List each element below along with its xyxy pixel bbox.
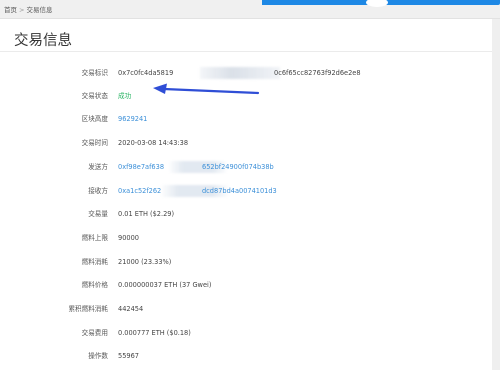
block-height-label: 区块高度 <box>81 115 108 123</box>
block-height-link[interactable]: 9629241 <box>118 112 147 126</box>
row-sender: 发送方 0xf98e7af638 652bf24900f074b38b <box>0 160 492 174</box>
receiver-address-start: 0xa1c52f262 <box>118 187 162 195</box>
breadcrumb-home-link[interactable]: 首页 <box>4 6 17 14</box>
status-label: 交易状态 <box>81 92 108 100</box>
amount-label: 交易量 <box>88 210 108 218</box>
row-gas-price: 燃料价格 0.000000037 ETH (37 Gwei) <box>0 278 492 292</box>
receiver-address-end[interactable]: dcd87bd4a0074101d3 <box>202 184 277 198</box>
tx-hash-end: 0c6f65cc82763f92d6e2e8 <box>274 69 361 77</box>
gas-price-value: 0.000000037 ETH (37 Gwei) <box>118 281 212 289</box>
receiver-address-link[interactable]: 0xa1c52f262 <box>118 184 161 198</box>
gas-used-value: 21000 (23.33%) <box>118 258 172 266</box>
transaction-card: 交易信息 交易标识 0x7c0fc4da5819 0c6f65cc82763f9… <box>0 19 492 370</box>
tx-fee-label: 交易费用 <box>81 329 108 337</box>
cumulative-gas-value: 442454 <box>118 305 144 313</box>
row-cumulative-gas: 累积燃料消耗 442454 <box>0 302 492 316</box>
annotation-arrow-icon <box>153 83 260 95</box>
page-edge <box>492 19 500 370</box>
nonce-value: 55967 <box>118 352 139 360</box>
tx-hash-value: 0x7c0fc4da5819 <box>118 66 173 80</box>
row-amount: 交易量 0.01 ETH ($2.29) <box>0 207 492 221</box>
tx-fee-value: 0.000777 ETH ($0.18) <box>118 329 191 337</box>
header-accent-shape <box>366 0 388 7</box>
gas-limit-value: 90000 <box>118 234 139 242</box>
sender-address-link[interactable]: 0xf98e7af638 <box>118 160 164 174</box>
sender-address-end[interactable]: 652bf24900f074b38b <box>202 160 274 174</box>
row-block-height: 区块高度 9629241 <box>0 112 492 126</box>
row-gas-used: 燃料消耗 21000 (23.33%) <box>0 255 492 269</box>
nonce-label: 操作数 <box>88 352 108 360</box>
breadcrumb-separator: > <box>19 6 25 14</box>
row-nonce: 操作数 55967 <box>0 349 492 363</box>
header-accent-bar <box>262 0 500 7</box>
tx-time-label: 交易时间 <box>81 139 108 147</box>
row-tx-hash: 交易标识 0x7c0fc4da5819 0c6f65cc82763f92d6e2… <box>0 66 492 80</box>
breadcrumb: 首页 > 交易信息 <box>4 4 52 14</box>
breadcrumb-current: 交易信息 <box>26 6 53 14</box>
tx-time-value: 2020-03-08 14:43:38 <box>118 139 189 147</box>
row-tx-time: 交易时间 2020-03-08 14:43:38 <box>0 136 492 150</box>
gas-price-label: 燃料价格 <box>81 281 108 289</box>
row-gas-limit: 燃料上限 90000 <box>0 231 492 245</box>
gas-used-label: 燃料消耗 <box>81 258 108 266</box>
redaction-blur <box>200 67 280 79</box>
sender-label: 发送方 <box>88 163 108 171</box>
amount-value: 0.01 ETH ($2.29) <box>118 210 175 218</box>
page-title: 交易信息 <box>14 33 72 49</box>
status-value: 成功 <box>118 92 132 100</box>
tx-hash-label: 交易标识 <box>81 69 108 77</box>
receiver-label: 接收方 <box>88 187 108 195</box>
sender-address-start: 0xf98e7af638 <box>118 163 165 171</box>
cumulative-gas-label: 累积燃料消耗 <box>68 305 108 313</box>
top-bar: 首页 > 交易信息 <box>0 0 500 19</box>
title-divider <box>0 51 492 52</box>
gas-limit-label: 燃料上限 <box>81 234 108 242</box>
tx-hash-start: 0x7c0fc4da5819 <box>118 69 174 77</box>
row-receiver: 接收方 0xa1c52f262 dcd87bd4a0074101d3 <box>0 184 492 198</box>
row-tx-fee: 交易费用 0.000777 ETH ($0.18) <box>0 326 492 340</box>
